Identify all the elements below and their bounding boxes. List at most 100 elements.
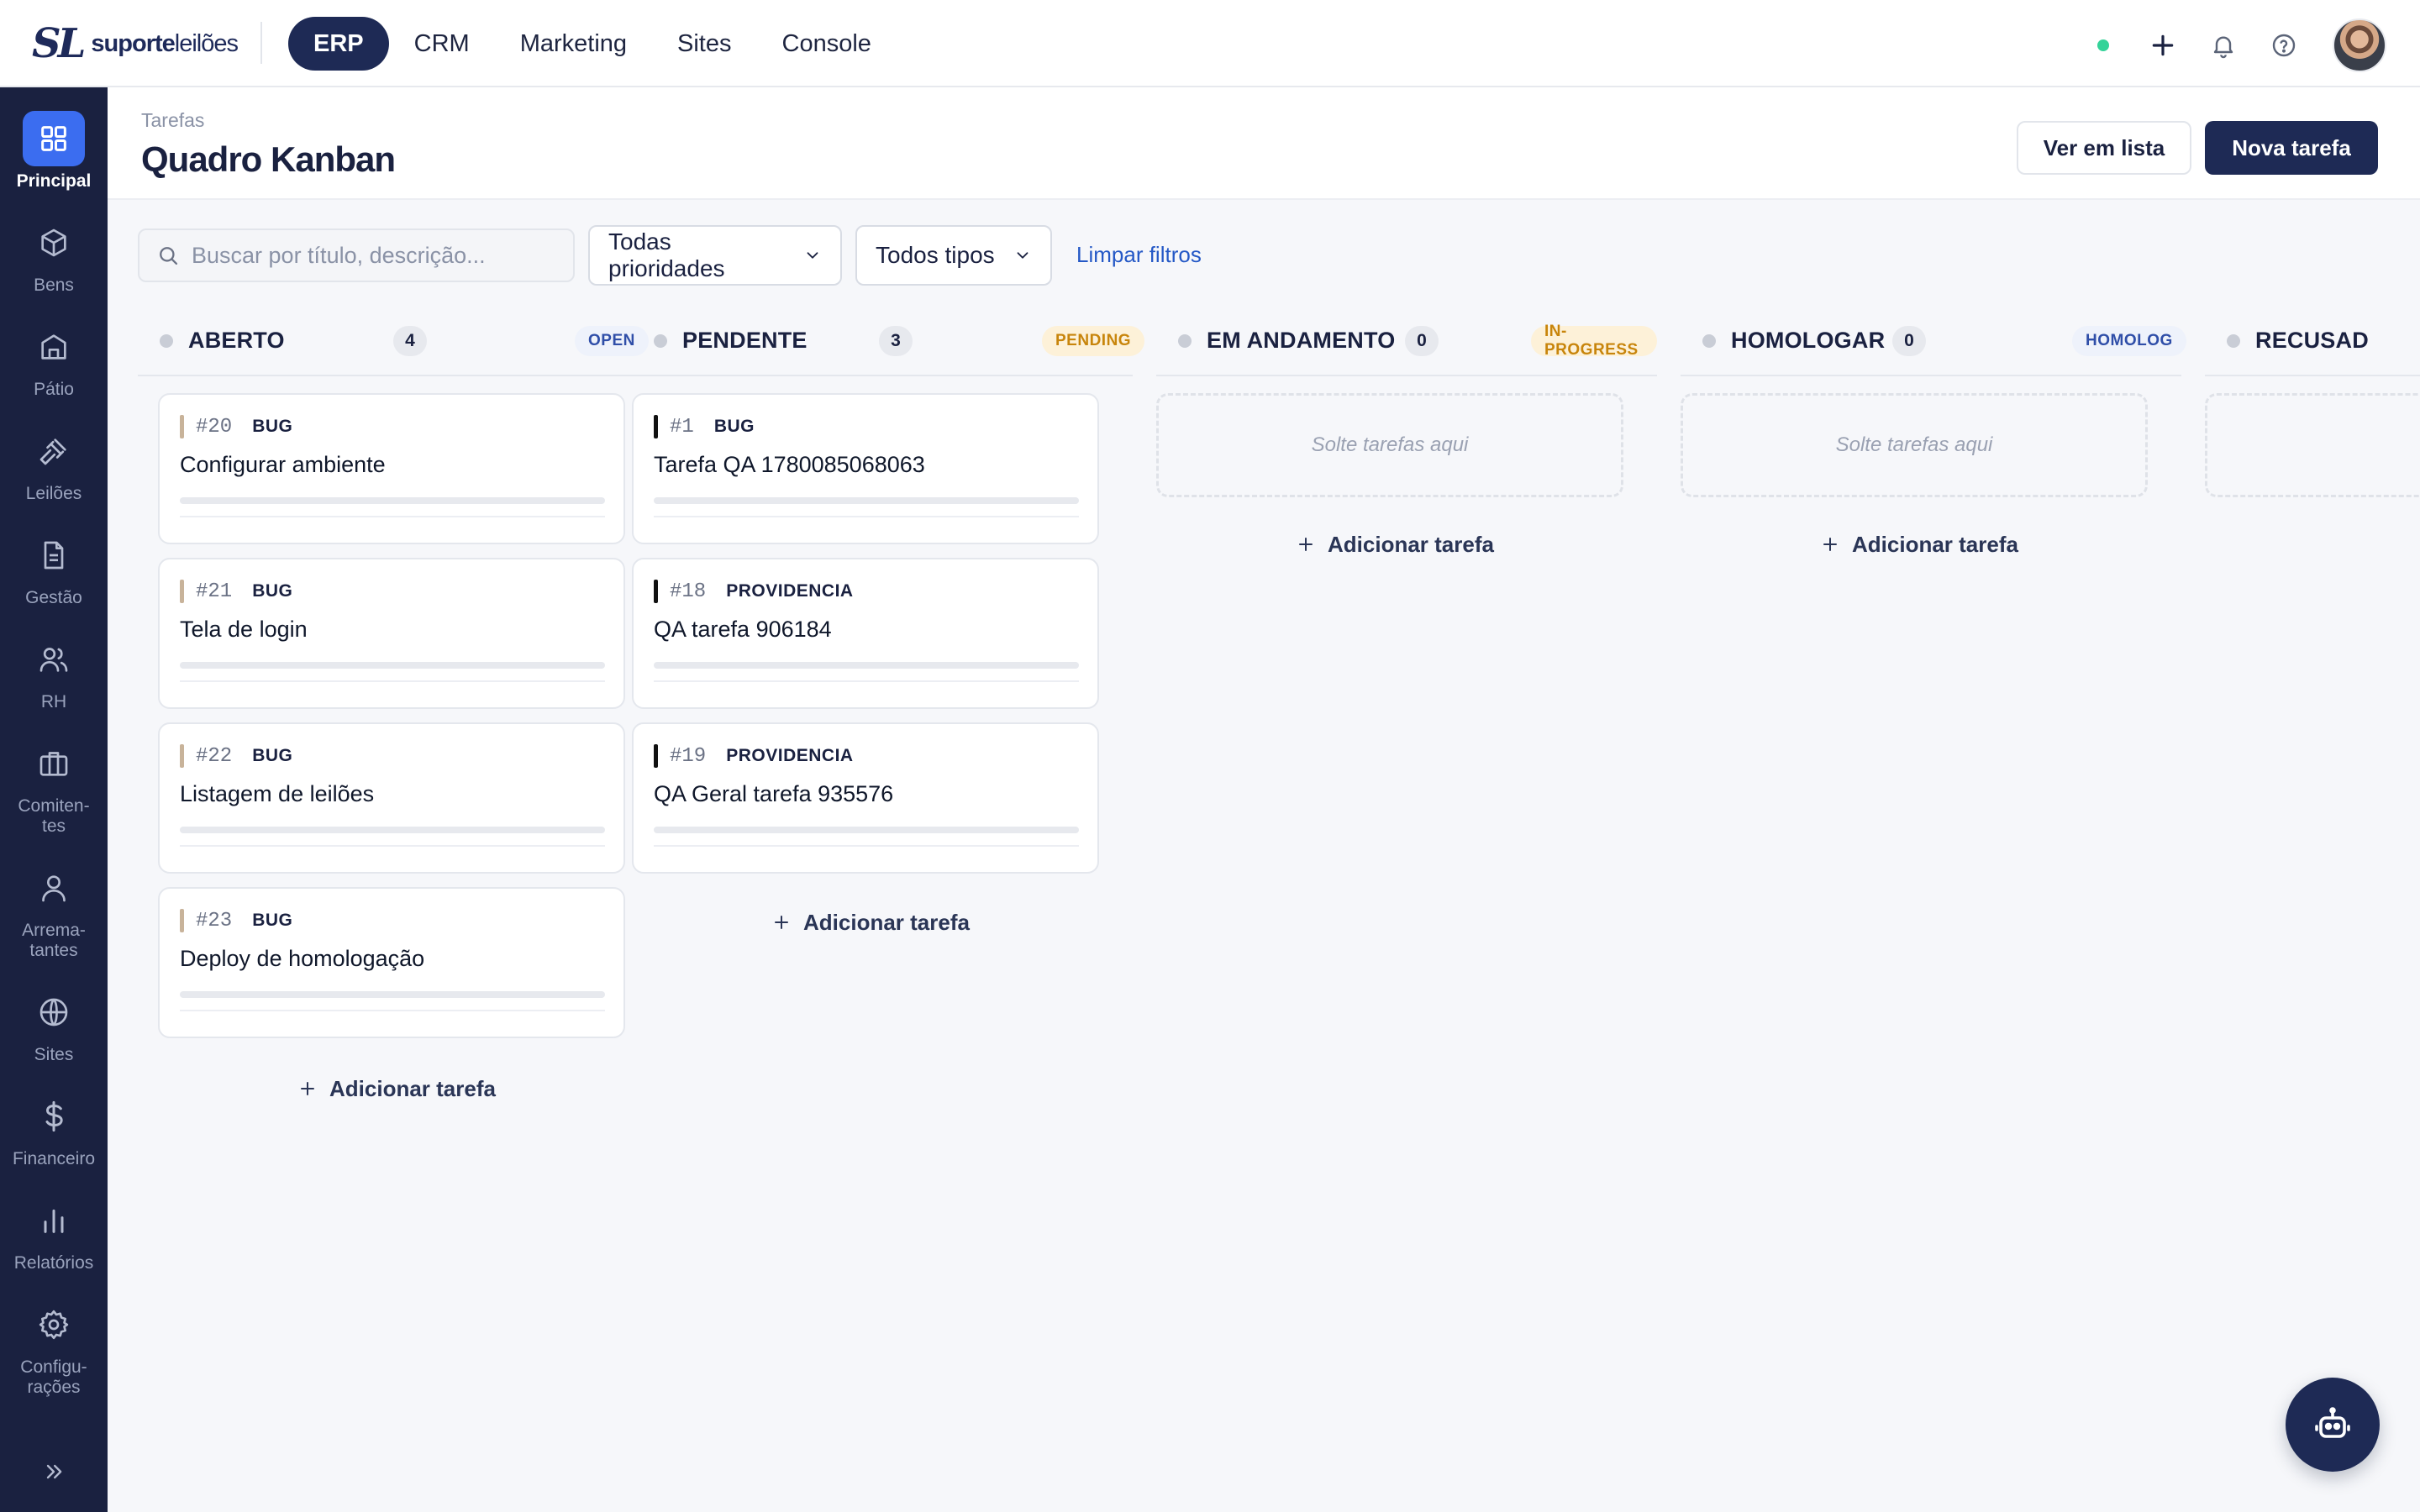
clear-filters-link[interactable]: Limpar filtros bbox=[1076, 242, 1202, 268]
card-meta: #1 BUG bbox=[654, 415, 755, 438]
dollar-icon bbox=[23, 1089, 85, 1144]
help-icon[interactable] bbox=[2265, 27, 2302, 64]
expand-sidebar-icon[interactable] bbox=[39, 1457, 69, 1487]
task-progress-bar bbox=[180, 662, 605, 669]
top-nav: ERP CRM Marketing Sites Console bbox=[288, 17, 897, 71]
view-list-button[interactable]: Ver em lista bbox=[2017, 121, 2191, 175]
sidebar-item-sites[interactable]: Sites bbox=[0, 984, 108, 1065]
people-icon bbox=[23, 632, 85, 687]
sidebar-item-label: Arrema- bbox=[22, 921, 86, 940]
column-title: HOMOLOGAR bbox=[1731, 328, 1886, 353]
search-box bbox=[138, 228, 575, 282]
divider bbox=[654, 516, 1079, 517]
top-actions bbox=[2097, 18, 2386, 72]
add-task-button[interactable]: Adicionar tarefa bbox=[771, 906, 970, 939]
plus-icon bbox=[1820, 534, 1840, 554]
globe-icon bbox=[23, 984, 85, 1040]
task-title: Configurar ambiente bbox=[180, 452, 386, 477]
dropzone[interactable]: Solte tarefas aqui bbox=[1681, 393, 2148, 497]
sidebar-item-label: tantes bbox=[29, 941, 78, 960]
column-count: 0 bbox=[1892, 326, 1926, 356]
sidebar-item-configuracoes[interactable]: Configu- rações bbox=[0, 1297, 108, 1398]
page-title: Quadro Kanban bbox=[141, 139, 396, 179]
search-input[interactable] bbox=[192, 242, 561, 269]
assistant-bot-button[interactable] bbox=[2286, 1378, 2380, 1472]
topnav-sites[interactable]: Sites bbox=[652, 17, 756, 71]
briefcase-icon bbox=[23, 736, 85, 791]
task-card[interactable]: #23 BUG Deploy de homologação bbox=[158, 887, 625, 1038]
dropzone[interactable]: Solte tarefas aqui bbox=[1156, 393, 1623, 497]
column-homologar: HOMOLOGAR 0 HOMOLOG Solte tarefas aqui A… bbox=[1681, 318, 2186, 1512]
task-id: #1 bbox=[670, 415, 694, 438]
column-count: 3 bbox=[879, 326, 913, 356]
topnav-crm[interactable]: CRM bbox=[389, 17, 495, 71]
task-title: Tarefa QA 1780085068063 bbox=[654, 452, 925, 477]
box-icon bbox=[23, 215, 85, 270]
sidebar-item-gestao[interactable]: Gestão bbox=[0, 528, 108, 608]
task-card[interactable]: #20 BUG Configurar ambiente bbox=[158, 393, 625, 544]
task-card[interactable]: #22 BUG Listagem de leilões bbox=[158, 722, 625, 874]
task-card[interactable]: #19 PROVIDENCIA QA Geral tarefa 935576 bbox=[632, 722, 1099, 874]
task-type: PROVIDENCIA bbox=[726, 746, 854, 765]
task-progress-bar bbox=[180, 991, 605, 998]
sidebar-item-label: Relatórios bbox=[13, 1253, 94, 1273]
person-icon bbox=[23, 860, 85, 916]
sidebar-item-principal[interactable]: Principal bbox=[0, 111, 108, 192]
sidebar-item-rh[interactable]: RH bbox=[0, 632, 108, 712]
sidebar-item-patio[interactable]: Pátio bbox=[0, 319, 108, 400]
task-card[interactable]: #1 BUG Tarefa QA 1780085068063 bbox=[632, 393, 1099, 544]
card-meta: #20 BUG bbox=[180, 415, 292, 438]
column-header: HOMOLOGAR 0 HOMOLOG bbox=[1681, 318, 2186, 376]
add-task-button[interactable]: Adicionar tarefa bbox=[297, 1072, 496, 1105]
new-task-button[interactable]: Nova tarefa bbox=[2205, 121, 2378, 175]
priority-bar bbox=[654, 415, 658, 438]
task-progress-bar bbox=[654, 497, 1079, 504]
divider bbox=[180, 1010, 605, 1011]
add-task-button[interactable]: Adicionar tarefa bbox=[1296, 528, 1494, 561]
card-meta: #19 PROVIDENCIA bbox=[654, 744, 854, 768]
sidebar-item-label: Configu- bbox=[20, 1357, 87, 1377]
topnav-marketing[interactable]: Marketing bbox=[495, 17, 652, 71]
status-badge: PENDING bbox=[1042, 326, 1145, 356]
plus-icon[interactable] bbox=[2144, 27, 2181, 64]
user-avatar[interactable] bbox=[2333, 18, 2386, 72]
sidebar-item-leiloes[interactable]: Leilões bbox=[0, 423, 108, 504]
sidebar-item-label: Sites bbox=[34, 1045, 74, 1064]
sidebar-item-comitentes[interactable]: Comiten- tes bbox=[0, 736, 108, 837]
type-select[interactable]: Todos tipos bbox=[855, 225, 1052, 286]
sidebar-item-relatorios[interactable]: Relatórios bbox=[0, 1193, 108, 1273]
priority-select[interactable]: Todas prioridades bbox=[588, 225, 842, 286]
bell-icon[interactable] bbox=[2205, 27, 2242, 64]
dropzone[interactable] bbox=[2205, 393, 2420, 497]
logo-mark: SL bbox=[32, 20, 86, 67]
status-badge: IN-PROGRESS bbox=[1531, 323, 1657, 359]
task-id: #19 bbox=[670, 744, 707, 768]
sidebar-item-financeiro[interactable]: Financeiro bbox=[0, 1089, 108, 1169]
document-icon bbox=[23, 528, 85, 583]
column-aberto: ABERTO 4 OPEN #20 BUG Configurar ambient… bbox=[108, 318, 649, 1512]
brand-logo[interactable]: SL suporteleilões bbox=[32, 20, 239, 67]
sidebar-item-label: Principal bbox=[16, 171, 92, 191]
chevron-down-icon bbox=[803, 246, 822, 265]
topnav-erp[interactable]: ERP bbox=[288, 17, 389, 71]
add-task-label: Adicionar tarefa bbox=[803, 909, 970, 935]
divider bbox=[260, 22, 262, 64]
plus-icon bbox=[1296, 534, 1316, 554]
column-title: PENDENTE bbox=[682, 328, 808, 353]
sidebar-item-label: tes bbox=[41, 816, 66, 836]
sidebar-item-arrematantes[interactable]: Arrema- tantes bbox=[0, 860, 108, 961]
grid-icon bbox=[23, 111, 85, 166]
plus-icon bbox=[297, 1079, 318, 1099]
card-meta: #22 BUG bbox=[180, 744, 292, 768]
sidebar-item-label: Comiten- bbox=[18, 796, 90, 816]
task-card[interactable]: #18 PROVIDENCIA QA tarefa 906184 bbox=[632, 558, 1099, 709]
divider bbox=[654, 680, 1079, 682]
add-task-button[interactable]: Adicionar tarefa bbox=[1820, 528, 2018, 561]
sidebar-item-bens[interactable]: Bens bbox=[0, 215, 108, 296]
task-type: BUG bbox=[252, 417, 293, 436]
column-title: EM ANDAMENTO bbox=[1207, 328, 1396, 353]
breadcrumb[interactable]: Tarefas bbox=[141, 109, 204, 132]
topnav-console[interactable]: Console bbox=[757, 17, 897, 71]
task-progress-bar bbox=[654, 662, 1079, 669]
task-card[interactable]: #21 BUG Tela de login bbox=[158, 558, 625, 709]
